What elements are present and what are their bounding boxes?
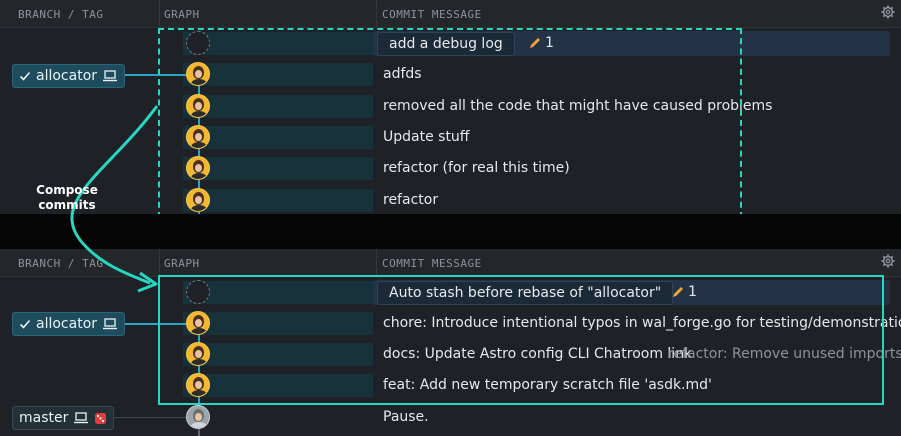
branch-tag-allocator[interactable]: allocator: [12, 64, 126, 88]
branch-tag-label: allocator: [36, 68, 98, 84]
commit-message: Pause.: [383, 409, 429, 425]
column-divider[interactable]: [376, 0, 377, 27]
check-icon: [19, 71, 31, 81]
column-graph[interactable]: GRAPH: [164, 8, 200, 21]
branch-tag-label: allocator: [36, 316, 98, 332]
column-divider[interactable]: [159, 249, 160, 276]
column-header: BRANCH / TAG GRAPH COMMIT MESSAGE: [0, 249, 901, 277]
branch-tag-label: master: [19, 410, 69, 426]
graph-panel-bottom: BRANCH / TAG GRAPH COMMIT MESSAGE Auto s…: [0, 249, 901, 436]
laptop-icon: [74, 412, 89, 424]
column-commit-message[interactable]: COMMIT MESSAGE: [382, 8, 482, 21]
gear-icon[interactable]: [881, 254, 895, 268]
column-header: BRANCH / TAG GRAPH COMMIT MESSAGE: [0, 0, 901, 28]
branch-connector-master: [112, 417, 186, 418]
avatar[interactable]: [186, 405, 210, 429]
commit-row[interactable]: Pause.: [0, 402, 901, 433]
laptop-icon: [103, 318, 118, 330]
dice-icon: [95, 412, 107, 424]
graph-panel-top: BRANCH / TAG GRAPH COMMIT MESSAGE add a …: [0, 0, 901, 218]
laptop-icon: [103, 70, 118, 82]
annotation-line: Compose: [36, 183, 98, 197]
column-divider[interactable]: [376, 249, 377, 276]
panel-gap: [0, 214, 901, 249]
column-graph[interactable]: GRAPH: [164, 257, 200, 270]
column-divider[interactable]: [159, 0, 160, 27]
check-icon: [19, 319, 31, 329]
column-branch-tag[interactable]: BRANCH / TAG: [18, 8, 103, 21]
column-branch-tag[interactable]: BRANCH / TAG: [18, 257, 103, 270]
column-commit-message[interactable]: COMMIT MESSAGE: [382, 257, 482, 270]
branch-tag-master[interactable]: master: [12, 406, 115, 430]
gear-icon[interactable]: [881, 5, 895, 19]
branch-tag-allocator[interactable]: allocator: [12, 312, 126, 336]
selection-box-solid: [158, 275, 884, 405]
selection-box-dashed: [158, 28, 742, 218]
annotation-label: Compose commits: [27, 183, 107, 213]
annotation-line: commits: [38, 198, 96, 212]
